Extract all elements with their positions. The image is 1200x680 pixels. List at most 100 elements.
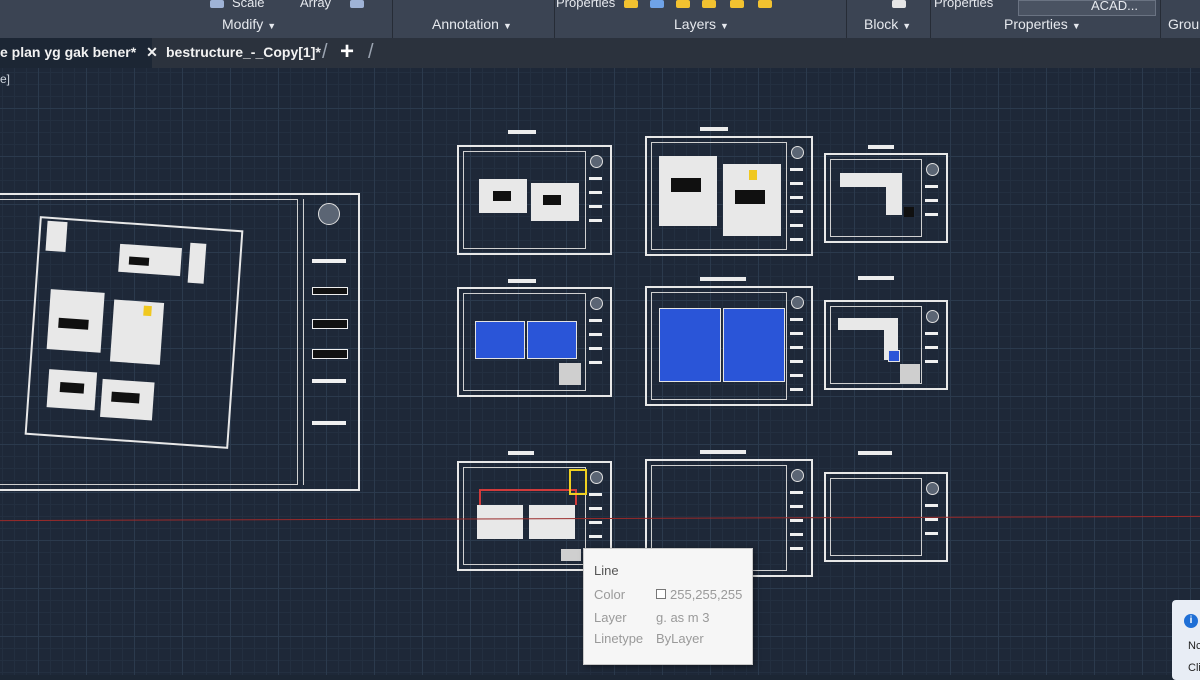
logo-icon (590, 297, 603, 310)
tab-e-plan-yg-gak-bener[interactable]: e plan yg gak bener* ✕ (0, 38, 158, 68)
tooltip-label: Color (594, 587, 626, 602)
title-block-line (589, 507, 602, 510)
properties-panel-label[interactable]: Properties ▼ (1004, 16, 1081, 32)
schedule-table (559, 363, 581, 385)
title-block-line (589, 219, 602, 222)
stair-block (45, 220, 68, 253)
layout-sheet-6[interactable] (824, 300, 948, 390)
chevron-down-icon: ▼ (902, 21, 912, 31)
sheet-title-bar (700, 277, 746, 281)
new-tab-button[interactable]: + (340, 38, 354, 66)
site-plan-sheet[interactable] (0, 193, 360, 491)
sheet-title-bar (868, 145, 894, 149)
chevron-down-icon: ▼ (267, 21, 277, 31)
title-block-line (312, 379, 346, 383)
title-block-line (589, 177, 602, 180)
layer-match-icon[interactable] (676, 0, 690, 8)
tooltip-value: g. as m 3 (656, 610, 710, 625)
layout-sheet-1[interactable] (457, 145, 612, 255)
logo-icon (791, 469, 804, 482)
tooltip-label: Layer (594, 610, 627, 625)
title-block-line (925, 346, 938, 349)
layer-isolate-icon[interactable] (650, 0, 664, 8)
scale-label[interactable]: Scale (232, 0, 265, 10)
building-block (187, 242, 207, 284)
ribbon-panel-group: Group (1160, 0, 1200, 38)
chevron-down-icon: ▼ (1071, 21, 1081, 31)
building-block (109, 299, 165, 365)
title-block (921, 159, 942, 237)
layers-panel-label[interactable]: Layers ▼ (674, 16, 729, 32)
viewport-label[interactable]: e] (0, 72, 10, 86)
structural-plan (888, 350, 900, 362)
floor-plan-core (735, 190, 765, 204)
title-block-line (790, 491, 803, 494)
selection-outline[interactable] (479, 489, 577, 505)
title-block-line (790, 519, 803, 522)
floor-plan-core (543, 195, 561, 205)
ribbon-panel-layers: Properties Layers ▼ (554, 0, 847, 38)
array-icon[interactable] (350, 0, 364, 8)
building-block (128, 256, 150, 266)
title-block (786, 292, 807, 400)
annotation-panel-label[interactable]: Annotation ▼ (432, 16, 512, 32)
floor-plan (477, 505, 523, 539)
title-block-line (589, 205, 602, 208)
title-block-line (790, 388, 803, 391)
title-block-line (312, 319, 348, 329)
scale-icon[interactable] (210, 0, 224, 8)
close-icon[interactable]: ✕ (146, 44, 158, 60)
layout-sheet-3[interactable] (824, 153, 948, 243)
floor-plan (886, 173, 902, 215)
object-tooltip: Line Color 255,255,255 Layer g. as m 3 L… (583, 548, 753, 665)
floor-plan-core (493, 191, 511, 201)
notification-popup[interactable]: i Nc Cli (1172, 600, 1200, 680)
tab-separator-icon: / (322, 41, 328, 63)
logo-icon (590, 471, 603, 484)
ribbon-panel-modify: Scale Array Modify ▼ (110, 0, 393, 38)
layout-sheet-4[interactable] (457, 287, 612, 397)
sheet-title-bar (700, 450, 746, 454)
title-block (921, 306, 942, 384)
layer-lock-icon[interactable] (730, 0, 744, 8)
layout-sheet-5[interactable] (645, 286, 813, 406)
ribbon-panel-block: Block ▼ (846, 0, 931, 38)
layer-properties-label[interactable]: Properties (556, 0, 615, 10)
group-panel-label[interactable]: Group (1168, 16, 1200, 32)
title-block-line (790, 360, 803, 363)
ribbon-panel-annotation: Annotation ▼ (392, 0, 555, 38)
highlight-mark (749, 170, 757, 180)
structural-plan (659, 308, 721, 382)
title-block-line (589, 191, 602, 194)
title-block-line (925, 504, 938, 507)
logo-icon (926, 310, 939, 323)
modify-panel-label[interactable]: Modify ▼ (222, 16, 276, 32)
structural-plan (475, 321, 525, 359)
array-label[interactable]: Array (300, 0, 331, 10)
tab-bestructure-copy[interactable]: bestructure_-_Copy[1]* (166, 38, 321, 68)
rotated-site-plan (24, 216, 244, 449)
logo-icon (926, 163, 939, 176)
sheet-title-bar (508, 451, 534, 455)
title-block-line (589, 361, 602, 364)
title-block-line (790, 196, 803, 199)
title-block-line (312, 421, 346, 425)
sheet-title-bar (858, 276, 894, 280)
title-block-line (790, 238, 803, 241)
insert-block-icon[interactable] (892, 0, 906, 8)
linetype-dropdown[interactable]: ACAD... (1018, 0, 1156, 16)
selected-object-box[interactable] (569, 469, 587, 495)
layout-sheet-2[interactable] (645, 136, 813, 256)
block-panel-label[interactable]: Block ▼ (864, 16, 911, 32)
layer-freeze-icon[interactable] (624, 0, 638, 8)
title-block (786, 142, 807, 250)
title-block-line (790, 168, 803, 171)
tooltip-value: ByLayer (656, 631, 704, 646)
logo-icon (791, 296, 804, 309)
tab-separator-icon: / (368, 41, 374, 63)
layer-off-icon[interactable] (702, 0, 716, 8)
match-properties-label[interactable]: Properties (934, 0, 993, 10)
title-block-line (589, 535, 602, 538)
tooltip-value: 255,255,255 (656, 587, 742, 602)
layer-walk-icon[interactable] (758, 0, 772, 8)
